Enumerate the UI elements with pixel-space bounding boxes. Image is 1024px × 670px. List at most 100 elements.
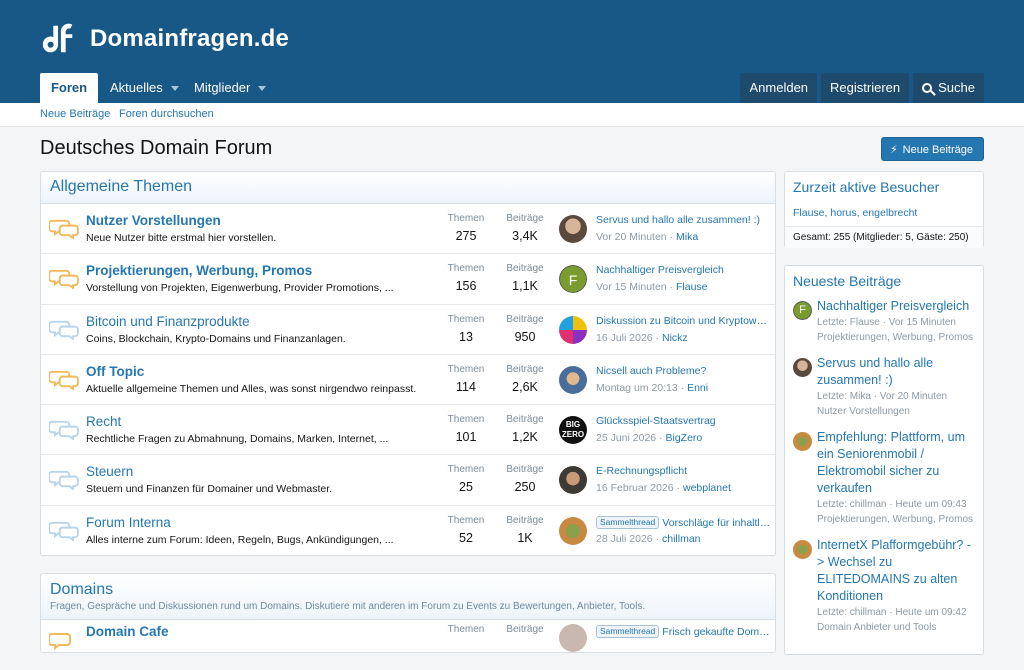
stat-beitraege: Beiträge 1,2K xyxy=(506,414,544,445)
latest-user-link[interactable]: BigZero xyxy=(665,432,702,444)
new-posts-link[interactable]: Neue Beiträge xyxy=(40,108,110,120)
site-logo[interactable]: Domainfragen.de xyxy=(40,20,289,58)
newest-post-title[interactable]: Empfehlung: Plattform, um ein Seniorenmo… xyxy=(817,429,975,497)
newest-post-forum[interactable]: Domain Anbieter und Tools xyxy=(817,620,975,635)
node-title[interactable]: Forum Interna xyxy=(86,515,171,530)
logo-icon xyxy=(42,23,73,53)
avatar[interactable]: F xyxy=(793,301,812,320)
avatar[interactable] xyxy=(559,516,587,545)
tab-foren[interactable]: Foren xyxy=(40,73,98,103)
chat-bubbles-icon xyxy=(49,370,79,390)
chat-bubbles-icon xyxy=(49,521,79,541)
online-total: Gesamt: 255 (Mitglieder: 5, Gäste: 250) xyxy=(785,226,983,248)
login-button[interactable]: Anmelden xyxy=(740,73,818,103)
node-title[interactable]: Steuern xyxy=(86,464,133,479)
node-description: Aktuelle allgemeine Themen und Alles, wa… xyxy=(86,382,417,395)
chat-bubbles-icon xyxy=(49,320,79,340)
avatar[interactable]: BIG ZERO xyxy=(559,416,587,445)
online-user[interactable]: horus xyxy=(830,207,856,219)
forum-node: Bitcoin und Finanzprodukte Coins, Blockch… xyxy=(41,305,775,355)
avatar[interactable] xyxy=(793,358,812,377)
latest-thread-link[interactable]: Nicsell auch Probleme? xyxy=(596,365,771,377)
latest-thread-link[interactable]: Nachhaltiger Preisvergleich xyxy=(596,264,771,276)
node-list: Nutzer Vorstellungen Neue Nutzer bitte er… xyxy=(41,204,775,556)
node-title[interactable]: Bitcoin und Finanzprodukte xyxy=(86,314,250,329)
online-user[interactable]: Flause xyxy=(793,207,825,219)
new-posts-button[interactable]: ⚡ Neue Beiträge xyxy=(880,137,984,161)
search-forums-link[interactable]: Foren durchsuchen xyxy=(119,108,214,120)
latest-user-link[interactable]: webplanet xyxy=(683,482,731,494)
widget-title[interactable]: Neueste Beiträge xyxy=(785,266,983,298)
avatar[interactable] xyxy=(559,315,587,344)
stat-beitraege: Beiträge 250 xyxy=(506,464,544,495)
tab-aktuelles[interactable]: Aktuelles xyxy=(98,73,191,103)
avatar[interactable]: F xyxy=(559,265,587,294)
category-title[interactable]: Allgemeine Themen xyxy=(50,178,766,196)
latest-thread-link[interactable]: Servus und hallo alle zusammen! :) xyxy=(596,214,771,226)
category-header: Allgemeine Themen xyxy=(41,172,775,204)
stat-themen: Themen 25 xyxy=(447,464,485,495)
latest-thread-link[interactable]: Sammelthread Frisch gekaufte Domains xyxy=(596,625,771,638)
latest-thread-link[interactable]: Glücksspiel-Staatsvertrag xyxy=(596,415,771,427)
newest-post-title[interactable]: Nachhaltiger Preisvergleich xyxy=(817,298,975,315)
latest-user-link[interactable]: chillman xyxy=(662,533,701,545)
latest-meta: Montag um 20:13 · Enni xyxy=(596,381,709,394)
prefix-label: Sammelthread xyxy=(596,515,660,529)
newest-post-item: F Nachhaltiger Preisvergleich Letzte: Flau… xyxy=(785,298,983,345)
newest-post-forum[interactable]: Nutzer Vorstellungen xyxy=(817,404,975,419)
widget-title[interactable]: Zurzeit aktive Besucher xyxy=(785,172,983,202)
avatar[interactable] xyxy=(559,624,587,652)
forum-node: Nutzer Vorstellungen Neue Nutzer bitte er… xyxy=(41,204,775,255)
newest-post-forum[interactable]: Projektierungen, Werbung, Promos xyxy=(817,330,975,345)
node-title[interactable]: Nutzer Vorstellungen xyxy=(86,213,221,228)
prefix-label: Sammelthread xyxy=(596,625,660,638)
avatar[interactable] xyxy=(559,215,587,243)
tab-mitglieder[interactable]: Mitglieder xyxy=(182,73,278,103)
chevron-down-icon[interactable] xyxy=(258,86,267,92)
latest-user-link[interactable]: Flause xyxy=(676,281,708,293)
node-description: Vorstellung von Projekten, Eigenwerbung,… xyxy=(86,282,394,295)
category-domains: Domains Fragen, Gespräche und Diskussion… xyxy=(40,573,776,653)
newest-post-item: Empfehlung: Plattform, um ein Seniorenmo… xyxy=(785,429,983,527)
latest-user-link[interactable]: Enni xyxy=(687,382,708,394)
forum-node: Off Topic Aktuelle allgemeine Themen und … xyxy=(41,355,775,406)
stat-themen: Themen 101 xyxy=(447,414,485,445)
avatar[interactable] xyxy=(559,365,587,394)
newest-post-forum[interactable]: Projektierungen, Werbung, Promos xyxy=(817,512,975,527)
node-title[interactable]: Recht xyxy=(86,414,121,429)
chevron-down-icon[interactable] xyxy=(170,86,179,92)
latest-meta: Vor 20 Minuten · Mika xyxy=(596,231,699,243)
site-name: Domainfragen.de xyxy=(90,25,290,52)
latest-meta: 28 Juli 2026 · chillman xyxy=(596,532,701,545)
newest-posts-widget: Neueste Beiträge F Nachhaltiger Preisverg… xyxy=(784,265,984,655)
latest-thread-link[interactable]: E-Rechnungspflicht xyxy=(596,465,771,477)
category-allgemeine-themen: Allgemeine Themen Nutzer Vorstellungen Ne… xyxy=(40,171,776,556)
stat-beitraege: Beiträge 3,4K xyxy=(506,213,544,243)
latest-meta: 16 Juli 2026 · Nickz xyxy=(596,331,688,344)
node-title[interactable]: Domain Cafe xyxy=(86,624,169,639)
stat-beitraege: Beiträge 1,1K xyxy=(506,263,544,294)
online-user[interactable]: engelbrecht xyxy=(862,207,917,219)
category-title[interactable]: Domains xyxy=(50,581,766,599)
newest-post-title[interactable]: InternetX Plafformgebühr? -> Wechsel zu … xyxy=(817,537,975,605)
latest-user-link[interactable]: Mika xyxy=(676,231,698,243)
avatar[interactable] xyxy=(793,432,812,451)
latest-thread-link[interactable]: SammelthreadVorschläge für inhaltliche V… xyxy=(596,515,771,529)
avatar[interactable] xyxy=(793,540,812,559)
newest-post-meta: Letzte: chillman · Heute um 09:43 xyxy=(817,499,967,510)
avatar[interactable] xyxy=(559,466,587,495)
latest-user-link[interactable]: Nickz xyxy=(662,332,688,344)
stat-themen: Themen xyxy=(447,624,485,635)
chat-bubbles-icon xyxy=(49,471,79,491)
newest-post-title[interactable]: Servus und hallo alle zusammen! :) xyxy=(817,355,975,389)
stat-themen: Themen 13 xyxy=(447,313,485,344)
node-title[interactable]: Off Topic xyxy=(86,364,144,379)
newest-post-meta: Letzte: Mika · Vor 20 Minuten xyxy=(817,391,948,402)
latest-thread-link[interactable]: Diskussion zu Bitcoin und Kryptowährunge… xyxy=(596,315,771,327)
site-header: Domainfragen.de xyxy=(0,0,1024,73)
node-title[interactable]: Projektierungen, Werbung, Promos xyxy=(86,263,312,278)
stat-beitraege: Beiträge 950 xyxy=(506,313,544,344)
register-button[interactable]: Registrieren xyxy=(821,73,910,103)
search-button[interactable]: Suche xyxy=(913,73,984,103)
sub-nav: Neue Beiträge Foren durchsuchen xyxy=(0,103,1024,127)
